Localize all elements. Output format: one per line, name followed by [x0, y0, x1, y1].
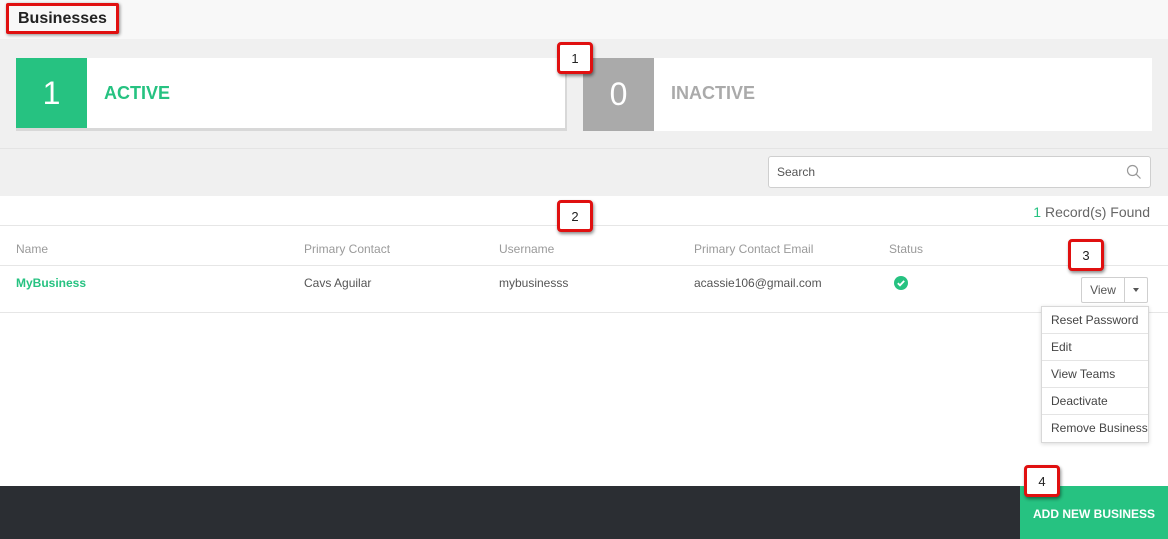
view-button-group: View: [1081, 277, 1148, 303]
inactive-label: INACTIVE: [671, 82, 756, 103]
business-name-link[interactable]: MyBusiness: [16, 276, 86, 290]
column-header-name[interactable]: Name: [16, 242, 48, 256]
column-header-primary-contact[interactable]: Primary Contact: [304, 242, 390, 256]
records-suffix: Record(s) Found: [1041, 204, 1150, 220]
footer-bar: [0, 486, 1168, 539]
callout-badge: 1: [557, 42, 593, 74]
top-bar: [0, 0, 1168, 39]
search-input[interactable]: [769, 157, 1109, 187]
callout-badge: 3: [1068, 239, 1104, 271]
inactive-tab[interactable]: 0 INACTIVE: [583, 58, 1152, 131]
page-title: Businesses: [6, 3, 119, 34]
callout-badge: 4: [1024, 465, 1060, 497]
caret-down-icon: [1133, 288, 1139, 292]
records-count: 1: [1033, 204, 1042, 220]
divider: [0, 312, 1168, 313]
active-count: 1: [16, 58, 87, 128]
active-label: ACTIVE: [104, 82, 171, 103]
menu-item-remove-business[interactable]: Remove Business: [1042, 415, 1148, 442]
search-icon[interactable]: [1126, 164, 1142, 180]
actions-dropdown-menu: Reset Password Edit View Teams Deactivat…: [1041, 306, 1149, 443]
callout-badge: 2: [557, 200, 593, 232]
dropdown-toggle-button[interactable]: [1125, 277, 1148, 303]
inactive-count: 0: [583, 58, 654, 131]
search-box: [768, 156, 1151, 188]
primary-contact-cell: Cavs Aguilar: [304, 276, 372, 290]
view-button[interactable]: View: [1081, 277, 1125, 303]
column-header-email[interactable]: Primary Contact Email: [694, 242, 813, 256]
column-header-username[interactable]: Username: [499, 242, 554, 256]
column-header-status[interactable]: Status: [889, 242, 923, 256]
menu-item-edit[interactable]: Edit: [1042, 334, 1148, 361]
menu-item-deactivate[interactable]: Deactivate: [1042, 388, 1148, 415]
divider: [0, 265, 1168, 266]
email-cell: acassie106@gmail.com: [694, 276, 822, 290]
check-circle-icon: [894, 275, 908, 290]
menu-item-reset-password[interactable]: Reset Password: [1042, 307, 1148, 334]
active-tab[interactable]: 1 ACTIVE: [16, 58, 567, 131]
menu-item-view-teams[interactable]: View Teams: [1042, 361, 1148, 388]
username-cell: mybusinesss: [499, 276, 569, 290]
records-found: 1 Record(s) Found: [1033, 204, 1150, 220]
